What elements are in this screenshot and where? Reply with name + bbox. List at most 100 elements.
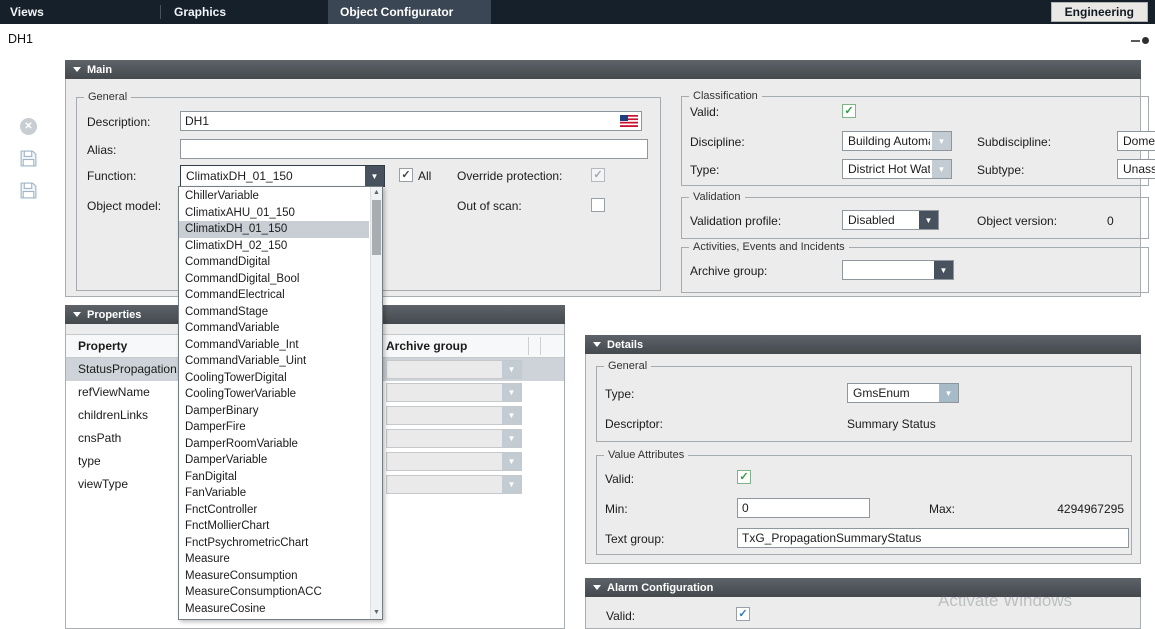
column-archive-group[interactable]: Archive group [386, 335, 467, 358]
dropdown-item[interactable]: CommandVariable_Uint [179, 353, 369, 370]
engineering-button[interactable]: Engineering [1051, 2, 1148, 22]
dropdown-item[interactable]: CommandStage [179, 304, 369, 321]
tab-views[interactable]: Views [10, 0, 44, 24]
type-select[interactable]: District Hot Water ▼ [842, 159, 952, 179]
property-name: viewType [78, 473, 128, 496]
dropdown-item[interactable]: DamperRoomVariable [179, 436, 369, 453]
save-all-icon[interactable] [19, 181, 38, 200]
scroll-down-icon[interactable]: ▼ [371, 607, 382, 619]
details-type-select[interactable]: GmsEnum ▼ [847, 383, 959, 403]
classification-valid-checkbox[interactable] [842, 104, 856, 118]
dropdown-item[interactable]: DamperFire [179, 419, 369, 436]
archive-group-value [848, 261, 932, 279]
type-value: District Hot Water [848, 160, 930, 178]
dropdown-item[interactable]: Measure [179, 551, 369, 568]
dropdown-scrollbar[interactable]: ▲ ▼ [370, 187, 382, 619]
scroll-up-icon[interactable]: ▲ [371, 187, 382, 199]
chevron-down-icon[interactable]: ▼ [934, 261, 953, 279]
classification-group: Classification Valid: Discipline: Buildi… [681, 96, 1149, 186]
dropdown-item[interactable]: FnctMollierChart [179, 518, 369, 535]
chevron-down-icon[interactable]: ▼ [365, 166, 384, 186]
value-valid-checkbox[interactable] [737, 470, 751, 484]
details-panel-header[interactable]: Details [585, 335, 1141, 354]
column-divider[interactable] [540, 337, 541, 355]
description-input[interactable] [180, 111, 642, 131]
archive-group-select[interactable]: ▼ [842, 260, 954, 280]
row-archive-group-select[interactable]: ▼ [386, 429, 522, 448]
dropdown-item-selected[interactable]: ClimatixDH_01_150 [179, 221, 369, 238]
dropdown-item[interactable]: ChillerVariable [179, 188, 369, 205]
all-checkbox[interactable] [399, 168, 413, 182]
alarm-valid-label: Valid: [606, 609, 635, 623]
activities-legend: Activities, Events and Incidents [689, 240, 849, 254]
validation-profile-select[interactable]: Disabled ▼ [842, 210, 939, 230]
dropdown-item[interactable]: ClimatixAHU_01_150 [179, 205, 369, 222]
dropdown-item[interactable]: MeasureConsumption [179, 568, 369, 585]
chevron-down-icon[interactable]: ▼ [932, 132, 951, 150]
dropdown-item[interactable]: CommandElectrical [179, 287, 369, 304]
alarm-valid-checkbox[interactable] [736, 607, 750, 621]
main-panel-header[interactable]: Main [65, 60, 1141, 79]
chevron-down-icon[interactable]: ▼ [502, 476, 521, 493]
tab-graphics[interactable]: Graphics [174, 0, 226, 24]
subdiscipline-select[interactable]: Dome [1117, 131, 1155, 151]
alias-input[interactable] [180, 139, 648, 159]
activities-group: Activities, Events and Incidents Archive… [681, 247, 1149, 293]
tab-object-configurator[interactable]: Object Configurator [328, 0, 491, 24]
details-general-legend: General [604, 359, 651, 373]
dropdown-item[interactable]: FnctController [179, 502, 369, 519]
chevron-down-icon[interactable]: ▼ [502, 430, 521, 447]
dropdown-item[interactable]: FanDigital [179, 469, 369, 486]
chevron-down-icon[interactable]: ▼ [502, 361, 521, 378]
scrollbar-thumb[interactable] [372, 200, 381, 255]
main-panel-title: Main [87, 64, 112, 76]
chevron-down-icon[interactable]: ▼ [502, 407, 521, 424]
chevron-down-icon[interactable]: ▼ [932, 160, 951, 178]
chevron-down-icon[interactable]: ▼ [919, 211, 938, 229]
dropdown-item[interactable]: MeasureConsumptionACC [179, 584, 369, 601]
validation-profile-label: Validation profile: [690, 214, 781, 228]
object-version-label: Object version: [977, 214, 1057, 228]
row-archive-group-select[interactable]: ▼ [386, 383, 522, 402]
text-group-input[interactable] [737, 528, 1129, 548]
dropdown-item[interactable]: CommandVariable [179, 320, 369, 337]
row-archive-group-select[interactable]: ▼ [386, 406, 522, 425]
dropdown-item[interactable]: CoolingTowerDigital [179, 370, 369, 387]
dropdown-item[interactable]: CommandDigital_Bool [179, 271, 369, 288]
dropdown-item[interactable]: CoolingTowerVariable [179, 386, 369, 403]
discipline-value: Building Automation [848, 132, 930, 150]
dropdown-item[interactable]: CommandDigital [179, 254, 369, 271]
column-property[interactable]: Property [78, 335, 127, 358]
min-input[interactable] [737, 498, 870, 518]
splitter-pin-icon[interactable] [1131, 37, 1149, 44]
object-configurator-window: Views Graphics Object Configurator Engin… [0, 0, 1155, 629]
discipline-select[interactable]: Building Automation ▼ [842, 131, 952, 151]
dropdown-item[interactable]: FnctPsychrometricChart [179, 535, 369, 552]
dropdown-items: ChillerVariable ClimatixAHU_01_150 Clima… [179, 188, 369, 617]
column-divider[interactable] [528, 337, 529, 355]
details-panel: Details General Type: GmsEnum ▼ Descript… [585, 335, 1141, 564]
chevron-down-icon[interactable]: ▼ [939, 384, 958, 402]
descriptor-value: Summary Status [847, 417, 936, 431]
function-select[interactable]: ClimatixDH_01_150 ▼ [180, 165, 385, 187]
subtype-select[interactable]: Unass [1117, 159, 1155, 179]
row-archive-group-select[interactable]: ▼ [386, 475, 522, 494]
discard-icon[interactable]: ✕ [20, 118, 37, 135]
object-model-label: Object model: [87, 199, 161, 213]
row-archive-group-select[interactable]: ▼ [386, 360, 522, 379]
chevron-down-icon[interactable]: ▼ [502, 384, 521, 401]
dropdown-item[interactable]: ClimatixDH_02_150 [179, 238, 369, 255]
dropdown-item[interactable]: CommandVariable_Int [179, 337, 369, 354]
out-of-scan-checkbox[interactable] [591, 198, 605, 212]
save-icon[interactable] [19, 149, 38, 168]
dropdown-item[interactable]: MeasureCosine [179, 601, 369, 618]
dropdown-item[interactable]: DamperVariable [179, 452, 369, 469]
dropdown-item[interactable]: FanVariable [179, 485, 369, 502]
function-dropdown-list: ChillerVariable ClimatixAHU_01_150 Clima… [178, 186, 383, 620]
override-protection-checkbox[interactable] [591, 168, 605, 182]
dropdown-item[interactable]: DamperBinary [179, 403, 369, 420]
valid-label: Valid: [690, 105, 719, 119]
chevron-down-icon[interactable]: ▼ [502, 453, 521, 470]
alarm-panel-title: Alarm Configuration [607, 582, 713, 594]
row-archive-group-select[interactable]: ▼ [386, 452, 522, 471]
